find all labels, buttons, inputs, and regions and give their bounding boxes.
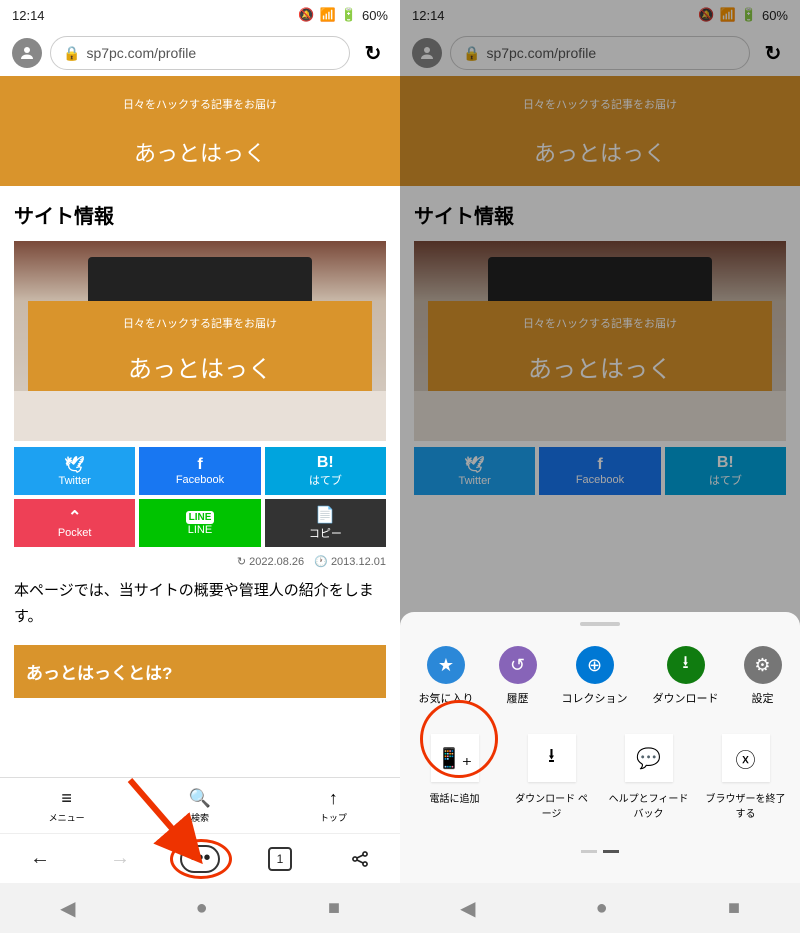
download-icon: ⭳: [667, 646, 705, 684]
browser-bar: ← → ••• 1: [0, 833, 400, 883]
share-buttons: 🕊Twitter fFacebook B!はてブ ⌃Pocket LINELIN…: [14, 447, 386, 547]
sheet-download-page[interactable]: ⭳ダウンロード ページ: [512, 734, 592, 820]
share-button[interactable]: [340, 839, 380, 879]
sheet-exit[interactable]: ⓧブラウザーを終了する: [706, 734, 786, 820]
status-right: 🔕 📶 🔋 60%: [298, 7, 388, 23]
hero-overlay: 日々をハックする記事をお届け あっとはっく: [28, 301, 372, 404]
top-icon: ↑: [329, 788, 338, 809]
star-icon: ★: [427, 646, 465, 684]
url-bar: 🔒 sp7pc.com/profile ↻: [0, 30, 400, 76]
tabs-button[interactable]: 1: [260, 839, 300, 879]
sys-recent[interactable]: ■: [728, 897, 740, 920]
copy-icon: 📄: [315, 505, 335, 525]
bottom-sheet: ★お気に入り ↺履歴 ⊕コレクション ⭳ダウンロード ⚙設定 📱₊電話に追加 ⭳…: [400, 612, 800, 883]
hero-subtitle: 日々をハックする記事をお届け: [28, 315, 372, 331]
created-date: 🕐 2013.12.01: [314, 555, 386, 568]
share-twitter[interactable]: 🕊Twitter: [14, 447, 135, 495]
url-text: sp7pc.com/profile: [86, 45, 196, 61]
more-icon: •••: [180, 845, 220, 873]
share-hatena[interactable]: B!はてブ: [265, 447, 386, 495]
sheet-actions: 📱₊電話に追加 ⭳ダウンロード ページ 💬ヘルプとフィードバック ⓧブラウザーを…: [400, 724, 800, 830]
sheet-download[interactable]: ⭳ダウンロード: [653, 646, 719, 706]
dnd-icon: 🔕: [298, 7, 314, 23]
system-nav: ◀ ● ■: [0, 883, 400, 933]
system-nav: ◀ ● ■: [400, 883, 800, 933]
sheet-handle[interactable]: [580, 622, 620, 626]
sheet-shortcuts: ★お気に入り ↺履歴 ⊕コレクション ⭳ダウンロード ⚙設定: [400, 636, 800, 716]
sheet-collection[interactable]: ⊕コレクション: [562, 646, 628, 706]
share-facebook[interactable]: fFacebook: [139, 447, 260, 495]
status-time: 12:14: [12, 8, 45, 23]
collection-icon: ⊕: [576, 646, 614, 684]
wifi-icon: 📶: [320, 7, 336, 23]
share-pocket[interactable]: ⌃Pocket: [14, 499, 135, 547]
back-button[interactable]: ←: [20, 839, 60, 879]
search-icon: 🔍: [189, 788, 211, 809]
twitter-icon: 🕊: [65, 455, 85, 475]
exit-icon: ⓧ: [722, 734, 770, 782]
forward-button[interactable]: →: [100, 839, 140, 879]
share-line[interactable]: LINELINE: [139, 499, 260, 547]
page-dot-active: [603, 850, 619, 853]
more-button[interactable]: •••: [180, 839, 220, 879]
content-heading: あっとはっくとは?: [14, 645, 386, 698]
sheet-help[interactable]: 💬ヘルプとフィードバック: [609, 734, 689, 820]
profile-button[interactable]: [12, 38, 42, 68]
sheet-history[interactable]: ↺履歴: [499, 646, 537, 706]
banner-subtitle: 日々をハックする記事をお届け: [0, 96, 400, 112]
nav-top[interactable]: ↑トップ: [267, 778, 400, 833]
hero-image: 日々をハックする記事をお届け あっとはっく: [14, 241, 386, 441]
sheet-settings[interactable]: ⚙設定: [744, 646, 782, 706]
phone-add-icon: 📱₊: [431, 734, 479, 782]
sheet-favorites[interactable]: ★お気に入り: [419, 646, 474, 706]
tabs-icon: 1: [268, 847, 292, 871]
site-banner: 日々をハックする記事をお届け あっとはっく: [0, 76, 400, 186]
help-icon: 💬: [625, 734, 673, 782]
pocket-icon: ⌃: [68, 507, 81, 527]
line-icon: LINE: [186, 511, 215, 524]
page-content: サイト情報 日々をハックする記事をお届け あっとはっく 🕊Twitter fFa…: [0, 186, 400, 712]
sys-home[interactable]: ●: [596, 897, 608, 920]
share-copy[interactable]: 📄コピー: [265, 499, 386, 547]
status-bar: 12:14 🔕 📶 🔋 60%: [0, 0, 400, 30]
nav-menu[interactable]: ≡メニュー: [0, 778, 133, 833]
updated-date: ↻ 2022.08.26: [237, 555, 304, 568]
sys-back[interactable]: ◀: [460, 896, 475, 921]
lock-icon: 🔒: [63, 45, 80, 62]
history-icon: ↺: [499, 646, 537, 684]
page-indicator: [400, 850, 800, 853]
reload-button[interactable]: ↻: [358, 38, 388, 68]
banner-title: あっとはっく: [0, 136, 400, 168]
post-dates: ↻ 2022.08.26 🕐 2013.12.01: [14, 555, 386, 568]
sheet-add-phone[interactable]: 📱₊電話に追加: [415, 734, 495, 820]
download-page-icon: ⭳: [528, 734, 576, 782]
menu-icon: ≡: [61, 788, 72, 809]
sys-home[interactable]: ●: [196, 897, 208, 920]
page-dot: [581, 850, 597, 853]
battery-icon: 🔋: [341, 7, 357, 23]
sys-recent[interactable]: ■: [328, 897, 340, 920]
nav-search[interactable]: 🔍検索: [133, 778, 266, 833]
body-text: 本ページでは、当サイトの概要や管理人の紹介をします。: [14, 578, 386, 629]
site-nav: ≡メニュー 🔍検索 ↑トップ: [0, 777, 400, 833]
hero-title: あっとはっく: [28, 349, 372, 384]
gear-icon: ⚙: [744, 646, 782, 684]
sys-back[interactable]: ◀: [60, 896, 75, 921]
section-title: サイト情報: [14, 200, 386, 229]
screen-left: 12:14 🔕 📶 🔋 60% 🔒 sp7pc.com/profile ↻ 日々…: [0, 0, 400, 933]
screen-right: 12:14 🔕 📶 🔋 60% 🔒 sp7pc.com/profile ↻ 日々…: [400, 0, 800, 933]
hatena-icon: B!: [317, 454, 334, 472]
url-input[interactable]: 🔒 sp7pc.com/profile: [50, 36, 350, 70]
facebook-icon: f: [197, 456, 202, 474]
battery-pct: 60%: [362, 8, 388, 23]
